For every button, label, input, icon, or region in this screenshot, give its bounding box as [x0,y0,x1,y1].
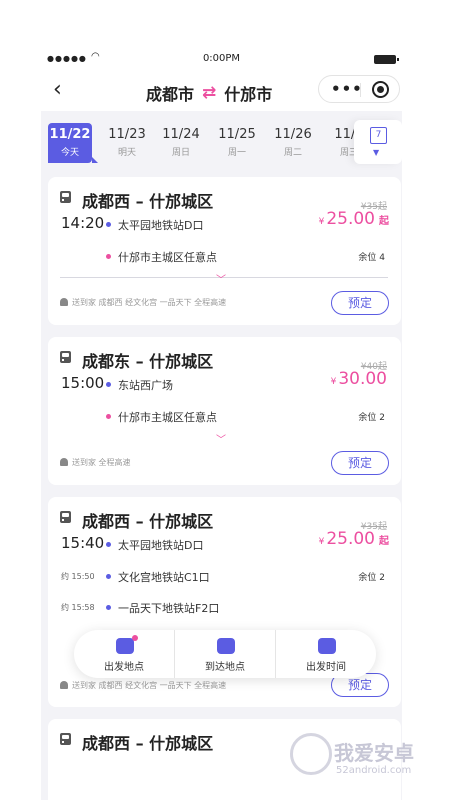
close-miniprogram-icon[interactable] [372,81,389,98]
watermark-text: 我爱安卓 [334,741,414,765]
date-tab[interactable]: 11/23 明天 [102,123,152,163]
currency-symbol: ¥ [330,377,337,387]
route-cities: 成都市 ⇄ 什邡市 [146,81,272,105]
date-weekday: 今天 [60,148,79,158]
trip-tags: 送到家 成都西 经文化宫 一品天下 全程高速 [72,298,227,307]
status-time: 0:00PM [202,53,241,64]
boarding-stop: 太平园地铁站D口 [105,539,204,552]
seats-left: 余位 2 [358,573,385,583]
watermark-url: 52android.com [336,765,412,776]
book-button[interactable]: 预定 [331,451,389,475]
route-title: 成都西 – 什邡城区 [82,192,214,211]
currency-symbol: ¥ [318,217,325,227]
date-tabs: 11/22 今天 11/23 明天 11/24 周日 11/25 周一 11/2… [41,117,402,167]
stop-time: 约 15:50 [61,572,95,581]
boarding-stop: 一品天下地铁站F2口 [105,602,220,615]
currency-symbol: ¥ [318,537,325,547]
mini-program-capsule: ••• [318,75,400,103]
price-value: 25.00 [326,529,375,549]
notification-dot [132,635,138,641]
app-screen: ●●●●● ◠ 0:00PM ‹ 成都市 ⇄ 什邡市 ••• 11/22 今天 … [41,49,402,800]
date-tab[interactable]: 11/24 周日 [156,123,206,163]
trip-card[interactable]: 成都东 – 什邡城区 ¥40起 15:00 东站西广场 ¥30.00 什邡市主城… [48,337,401,485]
price: ¥25.00 起 [319,529,389,549]
date-day: 11/25 [218,127,256,142]
from-city[interactable]: 成都市 [146,81,194,105]
route-title: 成都西 – 什邡城区 [82,512,214,531]
filter-arrival-location[interactable]: 到达地点 [174,630,275,678]
departure-time: 14:20 [61,214,105,232]
boarding-stop: 太平园地铁站D口 [105,219,204,232]
bell-icon [60,458,68,466]
swap-icon[interactable]: ⇄ [202,83,216,103]
android-logo-icon [290,733,332,775]
trip-tags: 送到家 成都西 经文化宫 一品天下 全程高速 [72,681,227,690]
bus-icon [60,733,73,745]
book-button[interactable]: 预定 [331,291,389,315]
date-weekday: 周日 [171,148,190,158]
boarding-stop: 文化宫地铁站C1口 [106,571,210,584]
route-title: 成都东 – 什邡城区 [82,352,214,371]
caret-down-icon: ▼ [373,148,380,157]
price-from: 起 [379,536,389,547]
date-tab[interactable]: 11/25 周一 [212,123,262,163]
date-weekday: 周一 [227,148,246,158]
clock-icon [318,638,336,654]
watermark: 我爱安卓 52android.com [290,733,440,783]
bus-icon [60,351,73,363]
price-value: 25.00 [326,209,375,229]
expand-icon[interactable]: ﹀ [216,271,226,286]
trip-card[interactable]: 成都西 – 什邡城区 ¥35起 14:20 太平园地铁站D口 ¥25.00 起 什… [48,177,401,325]
route-title: 成都西 – 什邡城区 [82,734,214,753]
battery-icon [374,55,399,64]
dropoff-stop: 什邡市主城区任意点 [106,411,217,424]
price-value: 30.00 [338,369,387,389]
date-tab-today[interactable]: 11/22 今天 [48,123,98,163]
nav-bar: ‹ 成都市 ⇄ 什邡市 ••• [41,69,402,111]
bell-icon [60,681,68,689]
date-day: 11/22 [49,127,91,142]
calendar-button[interactable]: 7 ▼ [354,120,402,164]
calendar-icon: 7 [370,127,387,144]
date-day: 11/26 [274,127,312,142]
back-icon[interactable]: ‹ [53,77,62,102]
bus-icon [60,511,73,523]
filter-bar: 出发地点 到达地点 出发时间 [74,630,376,678]
expand-icon[interactable]: ﹀ [216,431,226,446]
bus-stop-icon [116,638,134,654]
date-day: 11/23 [108,127,146,142]
bell-icon [60,298,68,306]
filter-departure-location[interactable]: 出发地点 [74,630,174,678]
stop-time: 约 15:58 [61,603,95,612]
departure-time: 15:40 [61,534,105,552]
date-weekday: 周二 [283,148,302,158]
filter-departure-time[interactable]: 出发时间 [275,630,376,678]
filter-label: 出发时间 [306,662,346,673]
seats-left: 余位 2 [358,413,385,423]
filter-label: 到达地点 [205,662,245,673]
price: ¥25.00 起 [319,209,389,229]
filter-label: 出发地点 [104,662,144,673]
bus-icon [217,638,235,654]
price-from: 起 [379,216,389,227]
seats-left: 余位 4 [358,253,385,263]
departure-time: 15:00 [61,374,105,392]
boarding-stop: 东站西广场 [106,379,173,392]
more-icon[interactable]: ••• [331,80,363,98]
trip-tags: 送到家 全程高速 [72,458,131,467]
date-day: 11/24 [162,127,200,142]
capsule-divider [360,83,361,97]
date-tab[interactable]: 11/26 周二 [268,123,318,163]
to-city[interactable]: 什邡市 [224,81,272,105]
date-weekday: 明天 [117,148,136,158]
price: ¥30.00 [331,369,387,389]
bus-icon [60,191,73,203]
status-bar: ●●●●● ◠ 0:00PM [41,49,402,69]
dropoff-stop: 什邡市主城区任意点 [106,251,217,264]
